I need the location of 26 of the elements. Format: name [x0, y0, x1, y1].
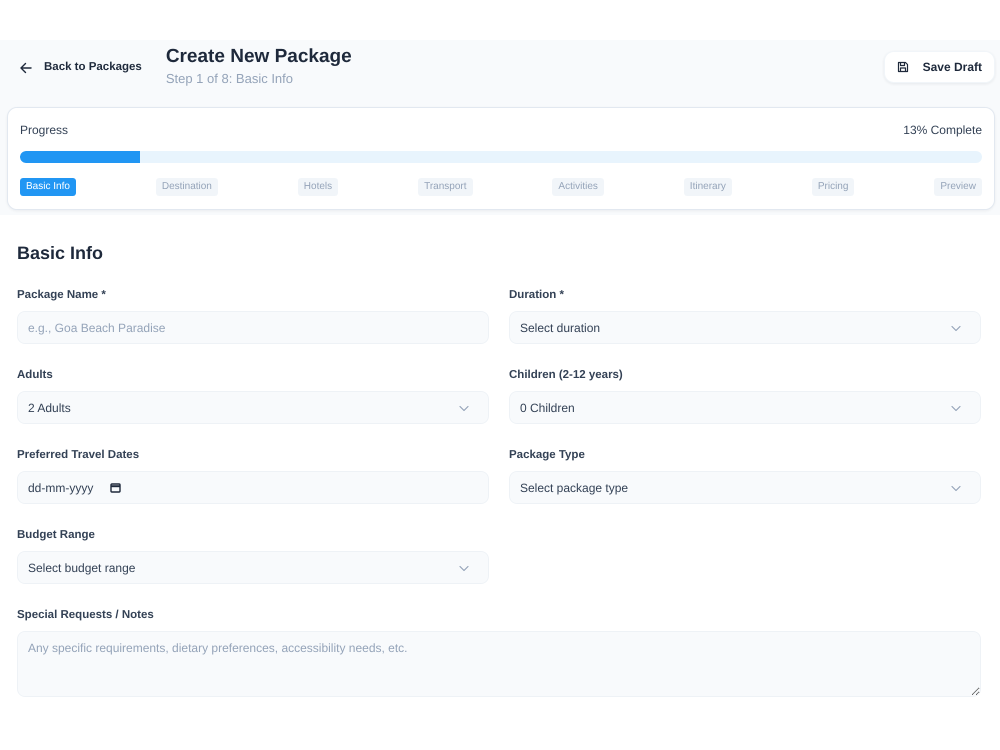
- field-label: Package Name *: [17, 288, 106, 303]
- save-draft-button[interactable]: Save Draft: [884, 51, 995, 83]
- text-input[interactable]: e.g., Goa Beach Paradise: [17, 311, 489, 344]
- save-icon: [896, 61, 909, 73]
- page-title: Create New Package: [166, 45, 352, 69]
- progress-percentage: 13% Complete: [903, 122, 982, 139]
- page-subtitle: Step 1 of 8: Basic Info: [166, 70, 294, 88]
- field-label: Preferred Travel Dates: [17, 448, 140, 463]
- field-label: Duration *: [509, 288, 564, 303]
- notes-textarea[interactable]: Any specific requirements, dietary preferences, accessibility needs, etc.: [17, 631, 981, 697]
- select-dropdown[interactable]: Select duration: [509, 311, 981, 344]
- back-arrow-icon: [20, 62, 32, 74]
- field-label: Children (2-12 years): [509, 368, 623, 383]
- select-dropdown[interactable]: Select package type: [509, 471, 981, 504]
- calendar-icon: [110, 482, 122, 493]
- date-field[interactable]: dd-mm-yyyy: [17, 471, 489, 504]
- field-label: Budget Range: [17, 528, 95, 543]
- progress-label: Progress: [20, 122, 68, 139]
- field-label: Special Requests / Notes: [17, 608, 154, 623]
- select-dropdown[interactable]: 2 Adults: [17, 391, 489, 424]
- select-dropdown[interactable]: Select budget range: [17, 551, 489, 584]
- select-dropdown[interactable]: 0 Children: [509, 391, 981, 424]
- field-label: Adults: [17, 368, 53, 383]
- section-title: Basic Info: [17, 242, 104, 265]
- field-label: Package Type: [509, 448, 585, 463]
- back-link[interactable]: Back to Packages: [20, 59, 142, 76]
